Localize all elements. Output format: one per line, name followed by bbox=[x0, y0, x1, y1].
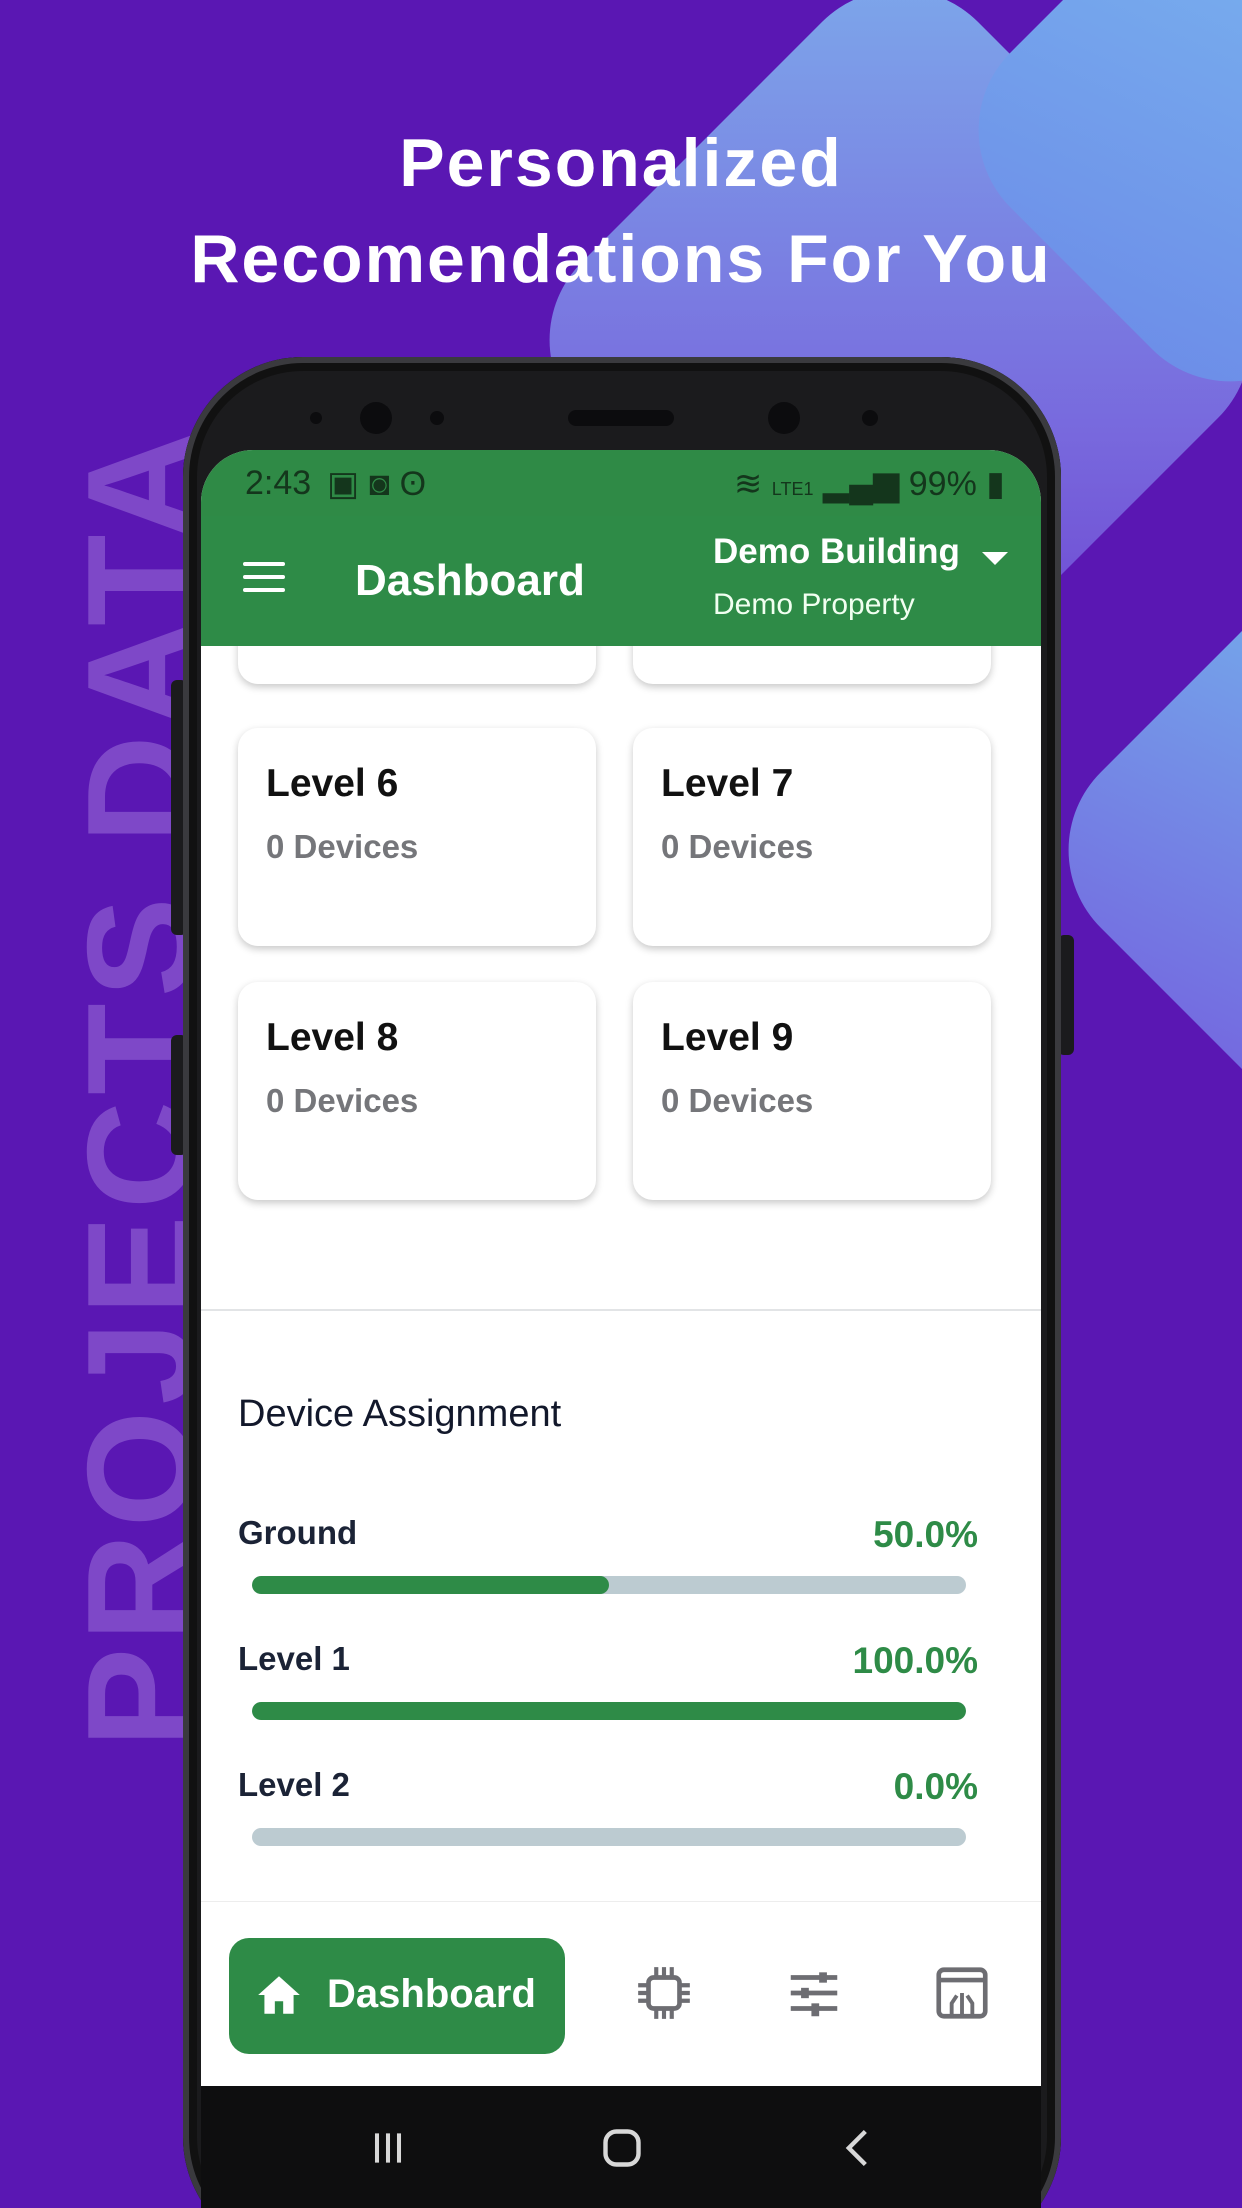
home-icon bbox=[258, 1976, 300, 2014]
promo-headline: Personalized Recomendations For You bbox=[0, 115, 1242, 307]
level-card-9[interactable]: Level 9 0 Devices bbox=[633, 982, 991, 1200]
building-name: Demo Building bbox=[713, 532, 960, 571]
level-card[interactable] bbox=[633, 646, 991, 684]
level-name: Level 8 bbox=[266, 1016, 399, 1059]
dashboard-content[interactable]: Level 6 0 Devices Level 7 0 Devices Leve… bbox=[201, 646, 1041, 1901]
building-selector[interactable]: Demo Building Demo Property bbox=[713, 532, 1009, 622]
alarm-icon: ◙ bbox=[369, 465, 400, 503]
back-icon[interactable] bbox=[836, 2126, 880, 2170]
vpn-icon: ʘ bbox=[399, 465, 437, 503]
system-nav-bar bbox=[201, 2086, 1041, 2208]
status-notification-icons: ▣◙ʘ bbox=[327, 464, 436, 504]
phone-sensor bbox=[862, 410, 878, 426]
section-divider bbox=[201, 1309, 1041, 1311]
property-name: Demo Property bbox=[713, 588, 915, 621]
phone-sensor bbox=[310, 412, 322, 424]
page-title: Dashboard bbox=[355, 556, 585, 605]
status-bar: 2:43 ▣◙ʘ ≋ LTE1 ▂▄▆ 99% ▮ bbox=[201, 450, 1041, 516]
device-count: 0 Devices bbox=[266, 828, 419, 865]
chevron-down-icon bbox=[982, 552, 1009, 566]
progress-fill bbox=[252, 1702, 966, 1720]
promo-headline-line2: Recomendations For You bbox=[190, 221, 1052, 297]
progress-track bbox=[252, 1702, 966, 1720]
assignment-percent: 0.0% bbox=[893, 1766, 978, 1807]
status-right: ≋ LTE1 ▂▄▆ 99% ▮ bbox=[734, 464, 1005, 504]
assignment-percent: 100.0% bbox=[852, 1640, 979, 1681]
assignment-label: Level 1 bbox=[238, 1640, 350, 1677]
device-count: 0 Devices bbox=[661, 828, 814, 865]
assignment-row-level-2: Level 2 0.0% bbox=[238, 1766, 978, 1846]
level-card-6[interactable]: Level 6 0 Devices bbox=[238, 728, 596, 946]
device-count: 0 Devices bbox=[266, 1082, 419, 1119]
battery-percent: 99% bbox=[908, 465, 977, 503]
phone-front-camera bbox=[360, 402, 392, 434]
level-name: Level 6 bbox=[266, 762, 399, 805]
phone-screen: 2:43 ▣◙ʘ ≋ LTE1 ▂▄▆ 99% ▮ Dashboard Demo… bbox=[201, 450, 1041, 2208]
nav-dashboard-button[interactable]: Dashboard bbox=[229, 1938, 565, 2054]
level-name: Level 7 bbox=[661, 762, 794, 805]
gallery-icon: ▣ bbox=[327, 465, 370, 503]
progress-fill bbox=[252, 1576, 609, 1594]
circuit-board-icon[interactable] bbox=[931, 1962, 993, 2024]
app-bar: Dashboard Demo Building Demo Property bbox=[201, 516, 1041, 646]
assignment-row-ground: Ground 50.0% bbox=[238, 1514, 978, 1594]
recent-apps-icon[interactable] bbox=[366, 2126, 410, 2170]
home-button-icon[interactable] bbox=[600, 2126, 644, 2170]
battery-icon: ▮ bbox=[986, 465, 1005, 503]
signal-icon: ▂▄▆ bbox=[822, 465, 900, 503]
bottom-nav: Dashboard bbox=[201, 1901, 1041, 2086]
assignment-label: Ground bbox=[238, 1514, 358, 1551]
level-name: Level 9 bbox=[661, 1016, 794, 1059]
progress-track bbox=[252, 1828, 966, 1846]
level-card-8[interactable]: Level 8 0 Devices bbox=[238, 982, 596, 1200]
level-card-7[interactable]: Level 7 0 Devices bbox=[633, 728, 991, 946]
sliders-icon[interactable] bbox=[783, 1962, 845, 2024]
nav-dashboard-label: Dashboard bbox=[327, 1972, 536, 2016]
device-assignment-title: Device Assignment bbox=[238, 1393, 562, 1435]
progress-track bbox=[252, 1576, 966, 1594]
menu-icon[interactable] bbox=[243, 562, 285, 596]
phone-sensor bbox=[430, 411, 444, 425]
phone-iris-camera bbox=[768, 402, 800, 434]
assignment-row-level-1: Level 1 100.0% bbox=[238, 1640, 978, 1720]
wifi-icon: ≋ bbox=[733, 465, 763, 503]
status-time: 2:43 bbox=[245, 464, 312, 502]
promo-headline-line1: Personalized bbox=[399, 125, 843, 201]
assignment-percent: 50.0% bbox=[873, 1514, 978, 1555]
phone-speaker bbox=[568, 410, 674, 426]
level-card[interactable] bbox=[238, 646, 596, 684]
lte-indicator: LTE1 bbox=[771, 479, 814, 499]
device-count: 0 Devices bbox=[661, 1082, 814, 1119]
chip-icon[interactable] bbox=[633, 1962, 695, 2024]
assignment-label: Level 2 bbox=[238, 1766, 350, 1803]
